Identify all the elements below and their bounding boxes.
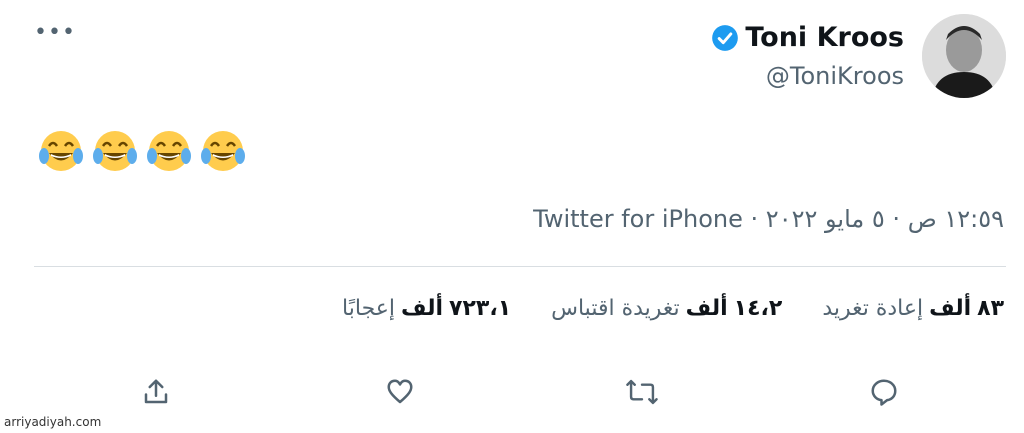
share-button[interactable]	[136, 372, 176, 412]
tears-of-joy-emoji-icon	[147, 131, 191, 171]
tweet-content	[36, 126, 248, 176]
stat-unit: ألف	[401, 296, 444, 321]
stat-label: تغريدة اقتباس	[551, 296, 680, 321]
author-row: Toni Kroos	[711, 22, 904, 53]
tears-of-joy-emoji-icon	[201, 131, 245, 171]
tears-of-joy-emoji-icon	[39, 131, 83, 171]
avatar[interactable]	[922, 14, 1006, 98]
tweet-time[interactable]: ١٢:٥٩ ص	[908, 205, 1004, 233]
meta-separator: ·	[892, 205, 901, 233]
tweet-date[interactable]: ٥ مايو ٢٠٢٢	[766, 205, 885, 233]
stat-value: ٨٣	[977, 296, 1004, 321]
verified-badge-icon	[712, 24, 739, 51]
like-button[interactable]	[380, 372, 420, 412]
stat-label: إعادة تغريد	[822, 296, 924, 321]
share-icon	[144, 379, 168, 404]
tweet-meta: ١٢:٥٩ ص · ٥ مايو ٢٠٢٢ · Twitter for iPho…	[533, 205, 1004, 233]
tweet-stats: ٨٣ ألف إعادة تغريد ١٤،٢ ألف تغريدة اقتبا…	[342, 296, 1004, 321]
author-name[interactable]: Toni Kroos	[745, 22, 904, 53]
watermark: arriyadiyah.com	[4, 415, 102, 429]
stat-quote-tweets[interactable]: ١٤،٢ ألف تغريدة اقتباس	[551, 296, 782, 321]
reply-icon	[871, 379, 897, 406]
stat-retweets[interactable]: ٨٣ ألف إعادة تغريد	[822, 296, 1004, 321]
stat-likes[interactable]: ٧٢٣،١ ألف إعجابًا	[342, 296, 511, 321]
more-options-icon[interactable]: •••	[34, 22, 76, 44]
tweet-source[interactable]: Twitter for iPhone	[533, 205, 743, 233]
tears-of-joy-emoji-icon	[93, 131, 137, 171]
retweet-button[interactable]	[622, 372, 662, 412]
stat-unit: ألف	[929, 296, 972, 321]
heart-icon	[387, 379, 413, 404]
retweet-icon	[626, 379, 658, 405]
divider	[34, 266, 1006, 267]
stat-value: ٧٢٣،١	[449, 296, 512, 321]
meta-separator: ·	[750, 205, 759, 233]
stat-unit: ألف	[685, 296, 728, 321]
stat-value: ١٤،٢	[733, 296, 783, 321]
author-handle[interactable]: @ToniKroos	[766, 62, 904, 90]
stat-label: إعجابًا	[342, 296, 396, 321]
tweet-actions	[0, 372, 1024, 422]
reply-button[interactable]	[864, 372, 904, 412]
avatar-image	[922, 14, 1006, 98]
